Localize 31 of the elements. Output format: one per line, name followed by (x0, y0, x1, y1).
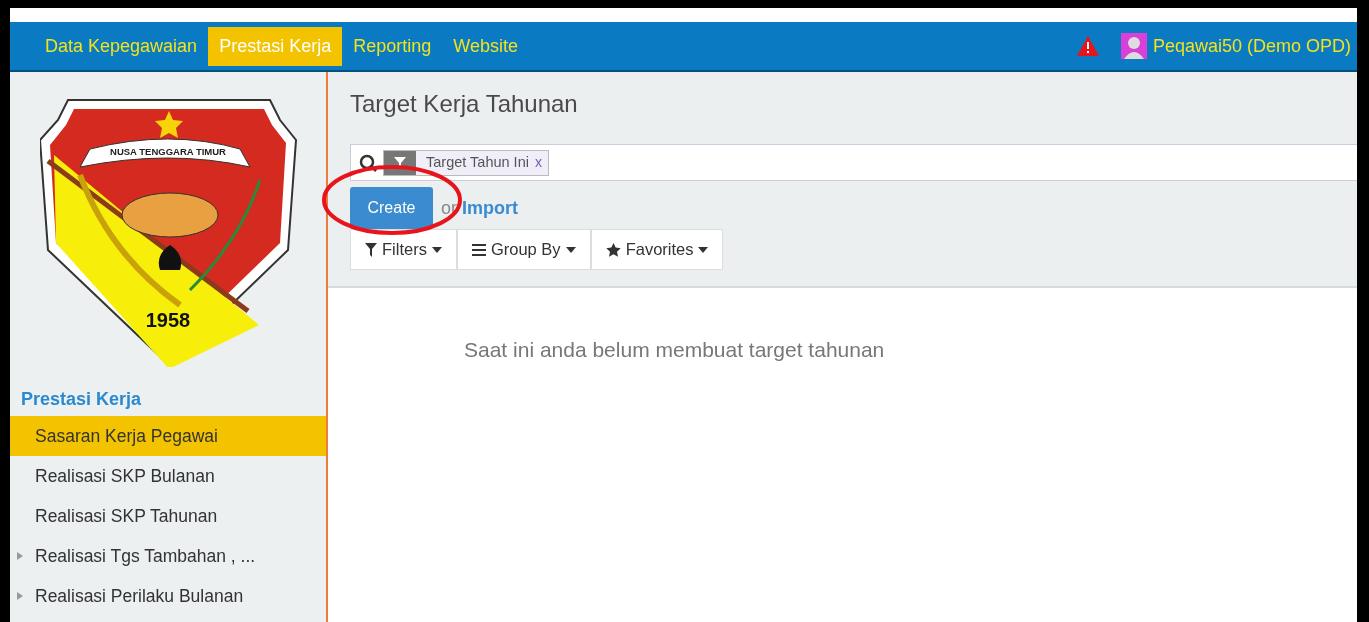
empty-message: Saat ini anda belum membuat target tahunan (464, 338, 886, 362)
filter-icon (365, 242, 377, 257)
search-option-button[interactable]: Group By (456, 229, 591, 270)
sidebar-item[interactable]: Sasaran Kerja Pegawai (10, 416, 326, 456)
list-icon (471, 243, 486, 256)
sidebar-item[interactable]: Realisasi SKP Tahunan (10, 496, 326, 536)
nav-menu-item[interactable]: Website (442, 26, 529, 66)
warning-icon[interactable] (1076, 36, 1099, 56)
sidebar-item[interactable]: Realisasi Tgs Tambahan , ... (10, 536, 326, 576)
sidebar-section-title: Prestasi Kerja (21, 389, 143, 410)
user-name[interactable]: Peqawai50 (Demo OPD) (1152, 35, 1351, 57)
star-icon (605, 242, 621, 257)
search-option-button[interactable]: Filters (350, 229, 457, 270)
search-option-button[interactable]: Favorites (590, 229, 724, 270)
nav-menu-item[interactable]: Data Kepegawaian (34, 26, 209, 66)
remove-facet-button[interactable]: x (532, 150, 548, 175)
caret-icon[interactable] (17, 592, 23, 600)
search-field[interactable]: Target Tahun Ini x (350, 144, 1357, 181)
nav-menu-item[interactable]: Reporting (342, 26, 443, 66)
filter-facet[interactable]: Target Tahun Ini x (383, 149, 549, 176)
avatar-icon[interactable] (1120, 33, 1147, 59)
caret-icon (565, 246, 576, 253)
facet-label: Target Tahun Ini (425, 152, 530, 172)
page-title: Target Kerja Tahunan (350, 90, 579, 118)
sidebar-item[interactable]: Realisasi SKP Bulanan (10, 456, 326, 496)
caret-icon[interactable] (17, 552, 23, 560)
create-button[interactable]: Create (350, 187, 433, 229)
caret-icon (431, 246, 442, 253)
sidebar-item[interactable]: Realisasi Perilaku Bulanan (10, 576, 326, 616)
search-icon (359, 153, 377, 172)
caret-icon (698, 246, 709, 253)
